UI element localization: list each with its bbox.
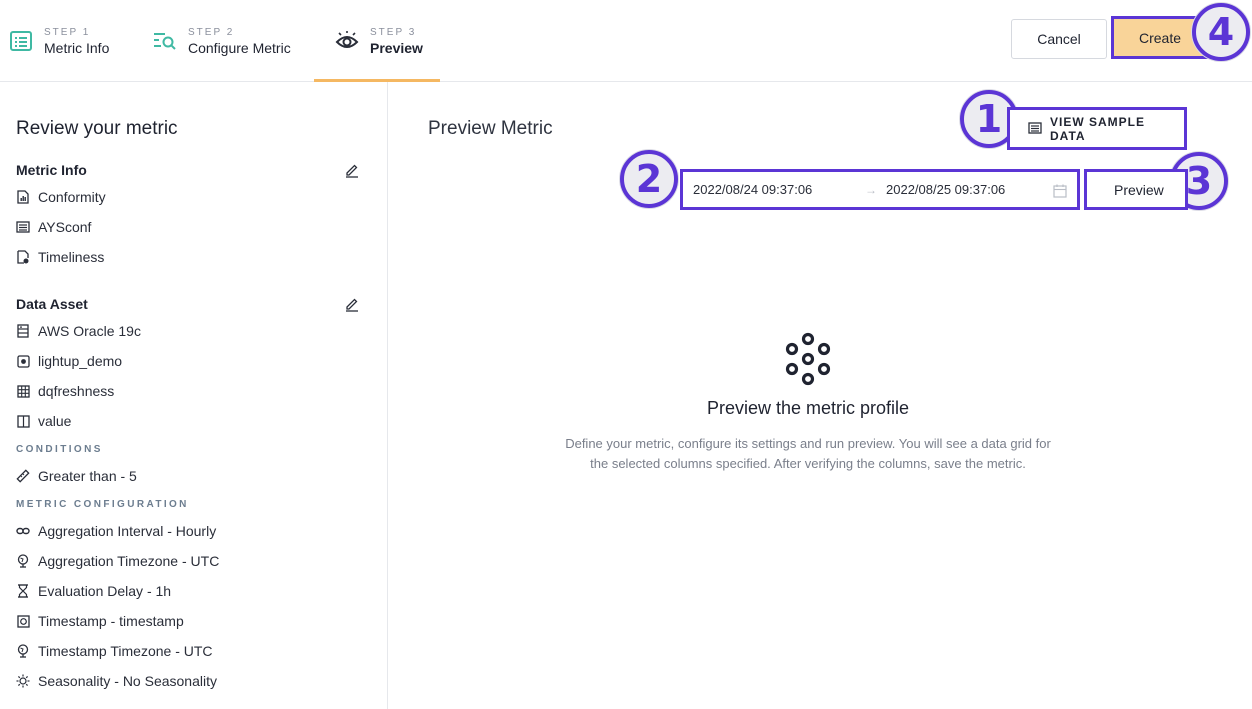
- schema-icon: [16, 354, 30, 368]
- sidebar-item-timestamp-timezone: Timestamp Timezone - UTC: [16, 641, 213, 661]
- sidebar-item-metric-name: AYSconf: [16, 217, 91, 237]
- hourglass-icon: [16, 584, 30, 598]
- sidebar-item-label: Greater than - 5: [38, 468, 137, 484]
- eye-icon: [334, 28, 360, 54]
- sidebar-item-label: Conformity: [38, 189, 106, 205]
- empty-state-title: Preview the metric profile: [706, 398, 910, 418]
- preview-button[interactable]: Preview: [1084, 169, 1188, 210]
- link-icon: [16, 524, 30, 538]
- cancel-button[interactable]: Cancel: [1011, 19, 1107, 59]
- sidebar-item-aggregation-interval: Aggregation Interval - Hourly: [16, 521, 216, 541]
- metric-info-icon: [8, 28, 34, 54]
- view-sample-data-label: VIEW SAMPLE DATA: [1050, 114, 1146, 143]
- annotation-badge-4: 4: [1192, 3, 1250, 61]
- list-icon: [16, 220, 30, 234]
- step-number: STEP 3: [370, 26, 417, 38]
- step-name: Metric Info: [44, 39, 110, 56]
- sidebar-item-label: Timeliness: [38, 249, 105, 265]
- data-asset-heading: Data Asset: [16, 296, 88, 312]
- list-icon: [1028, 121, 1042, 136]
- step-configure-metric[interactable]: STEP 2 Configure Metric: [152, 0, 291, 82]
- step-number: STEP 2: [188, 26, 235, 38]
- sidebar-item-label: Timestamp - timestamp: [38, 613, 184, 629]
- range-arrow-icon: →: [865, 182, 877, 197]
- sidebar-item-label: value: [38, 413, 72, 429]
- sidebar-item-evaluation-delay: Evaluation Delay - 1h: [16, 581, 171, 601]
- preview-metric-title: Preview Metric: [428, 118, 553, 139]
- sidebar-item-label: Aggregation Timezone - UTC: [38, 553, 220, 569]
- sidebar-item-schema: lightup_demo: [16, 351, 122, 371]
- annotation-badge-2: 2: [620, 150, 678, 208]
- sidebar-item-timestamp: Timestamp - timestamp: [16, 611, 184, 631]
- sidebar-item-metric-type: Conformity: [16, 187, 106, 207]
- sidebar-title: Review your metric: [16, 118, 178, 139]
- sidebar-item-label: AWS Oracle 19c: [38, 323, 141, 339]
- configure-search-icon: [152, 28, 178, 54]
- sidebar-item-dimension: Timeliness: [16, 247, 104, 267]
- chart-file-icon: [16, 190, 30, 204]
- step-preview[interactable]: STEP 3 Preview: [314, 0, 440, 82]
- range-end-input[interactable]: 2022/08/25 09:37:06: [886, 182, 1005, 197]
- metric-info-heading: Metric Info: [16, 162, 87, 178]
- wizard-header: STEP 1 Metric Info STEP 2 Configure Metr…: [0, 0, 1252, 82]
- metric-configuration-heading: METRIC CONFIGURATION: [16, 499, 189, 510]
- sidebar-item-label: Evaluation Delay - 1h: [38, 583, 172, 599]
- step-number: STEP 1: [44, 26, 91, 38]
- calendar-icon[interactable]: [1053, 184, 1067, 198]
- empty-state-description: Define your metric, configure its settin…: [565, 436, 1051, 471]
- review-sidebar: Review your metric Metric Info Conformit…: [0, 82, 388, 709]
- sidebar-item-aggregation-timezone: Aggregation Timezone - UTC: [16, 551, 219, 571]
- edit-data-asset-icon[interactable]: [344, 296, 360, 312]
- sidebar-item-label: Timestamp Timezone - UTC: [38, 643, 213, 659]
- step-name: Configure Metric: [188, 39, 291, 56]
- step-name: Preview: [370, 39, 423, 56]
- sidebar-item-label: AYSconf: [38, 219, 92, 235]
- sidebar-item-label: Aggregation Interval - Hourly: [38, 523, 217, 539]
- sun-icon: [16, 674, 30, 688]
- column-icon: [16, 414, 30, 428]
- globe-icon: [16, 644, 30, 658]
- edit-metric-info-icon[interactable]: [344, 162, 360, 178]
- doc-clock-icon: [16, 250, 30, 264]
- globe-icon: [16, 554, 30, 568]
- date-range-picker[interactable]: 2022/08/24 09:37:06 → 2022/08/25 09:37:0…: [680, 169, 1080, 210]
- sidebar-item-label: Seasonality - No Seasonality: [38, 673, 217, 689]
- sidebar-item-table: dqfreshness: [16, 381, 114, 401]
- timestamp-icon: [16, 614, 30, 628]
- metric-profile-icon: [782, 332, 834, 386]
- sidebar-item-label: lightup_demo: [38, 353, 123, 369]
- sidebar-item-datasource: AWS Oracle 19c: [16, 321, 141, 341]
- table-icon: [16, 384, 30, 398]
- ruler-icon: [16, 469, 30, 483]
- sidebar-item-seasonality: Seasonality - No Seasonality: [16, 671, 217, 691]
- range-start-input[interactable]: 2022/08/24 09:37:06: [693, 182, 812, 197]
- sidebar-item-label: dqfreshness: [38, 383, 115, 399]
- step-metric-info[interactable]: STEP 1 Metric Info: [8, 0, 109, 82]
- sidebar-item-column: value: [16, 411, 71, 431]
- view-sample-data-button[interactable]: VIEW SAMPLE DATA: [1007, 107, 1187, 150]
- conditions-heading: CONDITIONS: [16, 444, 103, 455]
- sidebar-item-condition: Greater than - 5: [16, 466, 137, 486]
- database-icon: [16, 324, 30, 338]
